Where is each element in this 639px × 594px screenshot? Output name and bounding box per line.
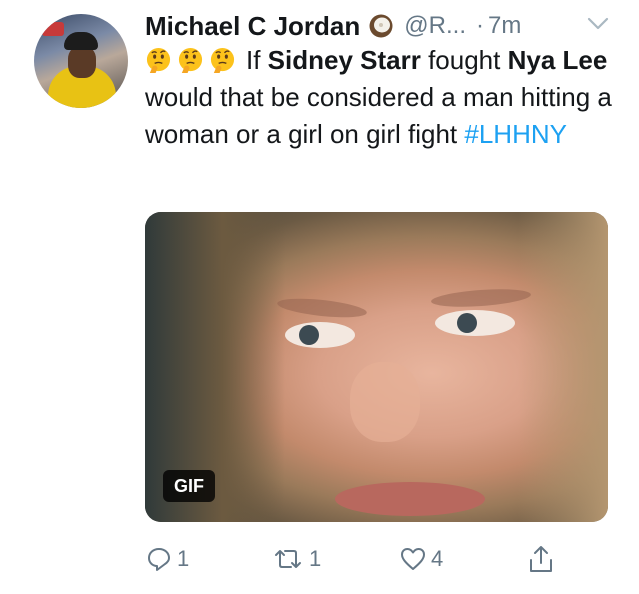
reply-button[interactable]: 1	[145, 544, 189, 574]
gif-frame-brow	[430, 286, 532, 310]
author-handle[interactable]: @R...	[404, 12, 466, 40]
tweet-text-part: fought	[420, 45, 508, 75]
hashtag-link[interactable]: #LHHNY	[464, 119, 567, 149]
chevron-down-icon[interactable]	[585, 14, 611, 34]
heart-icon	[401, 548, 425, 570]
avatar-face	[68, 46, 96, 78]
thinking-face-icon	[210, 47, 235, 74]
thinking-face-icon	[146, 47, 171, 74]
like-button[interactable]: 4	[399, 544, 443, 574]
separator-dot: ·	[475, 12, 484, 39]
mention-nya-lee: Nya Lee	[507, 45, 608, 75]
like-count: 4	[431, 546, 444, 571]
mention-sidney-starr: Sidney Starr	[267, 45, 421, 75]
tweet-text-part: If	[246, 45, 268, 75]
reply-count: 1	[177, 546, 190, 571]
avatar-cap	[64, 32, 98, 50]
tweet-time[interactable]: 7m	[488, 12, 521, 40]
tweet-header: Michael C Jordan @R... · 7m	[145, 8, 521, 44]
author-name[interactable]: Michael C Jordan	[145, 11, 360, 42]
gif-frame-brow	[276, 295, 368, 321]
tweet-actions: 1 1 4	[145, 544, 575, 574]
reply-icon	[148, 548, 170, 571]
tweet-text: If Sidney Starr fought Nya Lee would tha…	[145, 42, 615, 153]
retweet-icon	[275, 550, 301, 568]
gif-frame-eye	[435, 310, 515, 336]
gif-badge: GIF	[163, 470, 215, 502]
share-icon	[530, 546, 552, 572]
thinking-face-icon	[178, 47, 203, 74]
retweet-count: 1	[309, 546, 322, 571]
coconut-icon	[369, 14, 393, 38]
avatar-background-sign	[42, 22, 64, 36]
share-button[interactable]	[527, 544, 555, 574]
retweet-button[interactable]: 1	[271, 544, 321, 574]
gif-frame-hair	[518, 212, 608, 522]
gif-frame-eye	[285, 322, 355, 348]
gif-media[interactable]: GIF	[145, 212, 608, 522]
author-avatar[interactable]	[34, 14, 128, 108]
gif-frame-nose	[350, 362, 420, 442]
gif-frame-lips	[335, 482, 485, 516]
